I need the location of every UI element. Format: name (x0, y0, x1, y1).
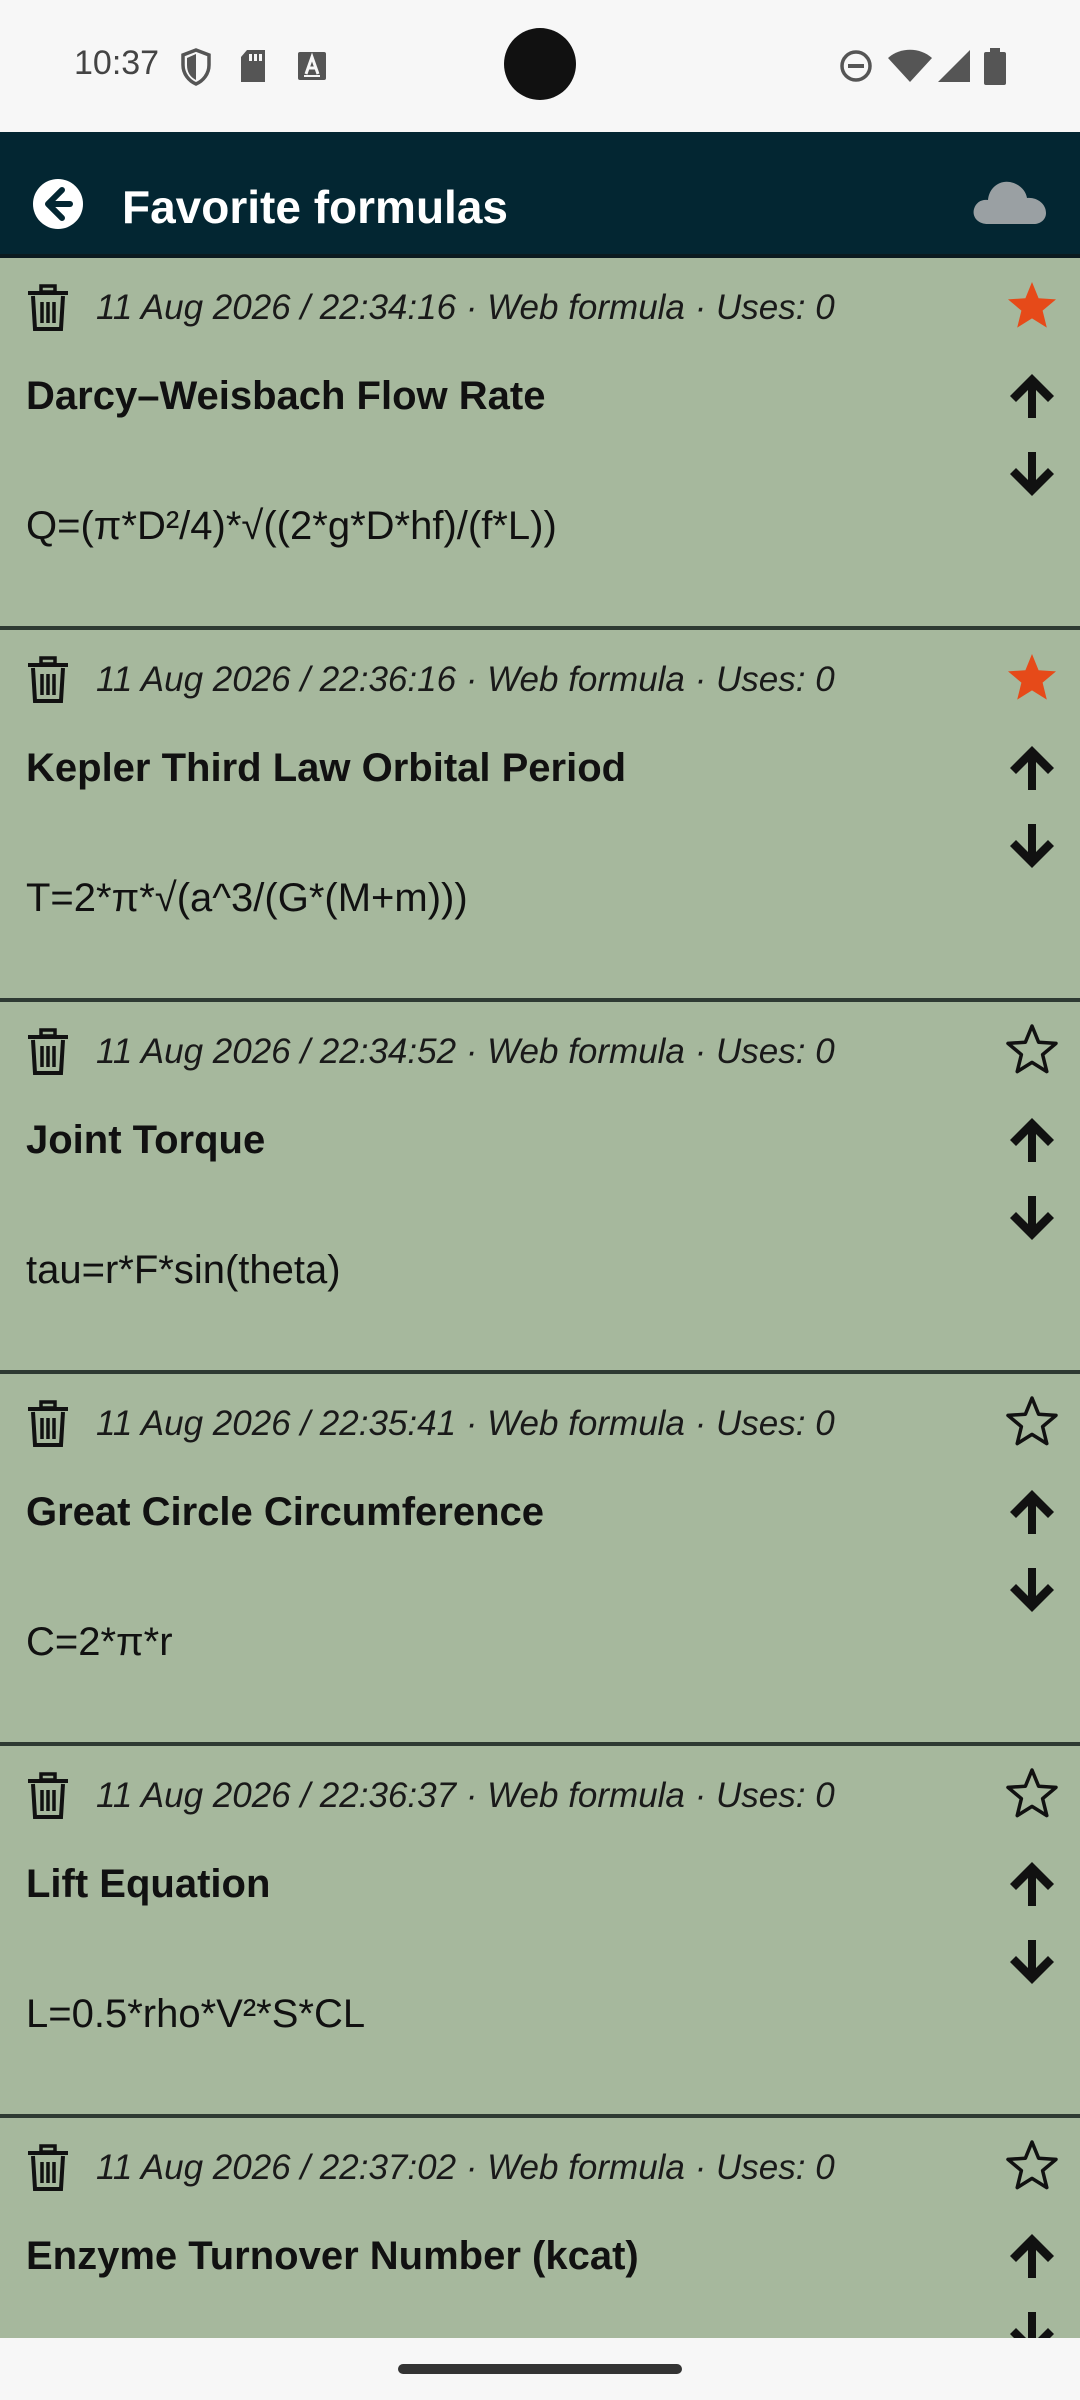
sd-card-icon (241, 50, 265, 82)
formula-title: Lift Equation (26, 1862, 271, 1906)
cell-signal-icon (938, 50, 970, 82)
arrow-down-icon[interactable] (1006, 2308, 1058, 2338)
do-not-disturb-icon (840, 50, 872, 82)
cloud-icon[interactable] (970, 174, 1050, 230)
formula-meta: 11 Aug 2026 / 22:35:41 · Web formula · U… (96, 1404, 835, 1443)
formula-title: Kepler Third Law Orbital Period (26, 746, 627, 790)
star-icon[interactable] (1004, 1022, 1060, 1078)
front-camera (504, 28, 576, 100)
arrow-down-icon[interactable] (1006, 448, 1058, 500)
status-bar: 10:37 (0, 0, 1080, 132)
formula-expression: Q=(π*D²/4)*√((2*g*D*hf)/(f*L)) (26, 504, 557, 548)
formula-title: Enzyme Turnover Number (kcat) (26, 2234, 639, 2278)
back-arrow-icon[interactable] (30, 176, 86, 232)
formula-expression: C=2*π*r (26, 1620, 173, 1664)
wifi-icon (888, 49, 932, 82)
arrow-down-icon[interactable] (1006, 1564, 1058, 1616)
arrow-down-icon[interactable] (1006, 820, 1058, 872)
shield-icon (181, 48, 211, 86)
home-gesture-bar[interactable] (398, 2364, 682, 2374)
a-box-icon (298, 52, 326, 80)
formula-meta: 11 Aug 2026 / 22:36:37 · Web formula · U… (96, 1776, 835, 1815)
formula-card[interactable]: 11 Aug 2026 / 22:36:16 · Web formula · U… (0, 630, 1080, 1002)
trash-icon[interactable] (26, 2144, 70, 2192)
arrow-up-icon[interactable] (1006, 1114, 1058, 1166)
arrow-up-icon[interactable] (1006, 1486, 1058, 1538)
formula-expression: T=2*π*√(a^3/(G*(M+m))) (26, 876, 468, 920)
trash-icon[interactable] (26, 656, 70, 704)
formula-card[interactable]: 11 Aug 2026 / 22:34:16 · Web formula · U… (0, 258, 1080, 630)
star-icon[interactable] (1004, 650, 1060, 706)
arrow-up-icon[interactable] (1006, 2230, 1058, 2282)
formula-expression: tau=r*F*sin(theta) (26, 1248, 341, 1292)
star-icon[interactable] (1004, 2138, 1060, 2194)
status-time: 10:37 (74, 44, 160, 82)
arrow-up-icon[interactable] (1006, 742, 1058, 794)
formula-meta: 11 Aug 2026 / 22:34:52 · Web formula · U… (96, 1032, 835, 1071)
page-title: Favorite formulas (122, 181, 508, 233)
star-icon[interactable] (1004, 1394, 1060, 1450)
formula-card[interactable]: 11 Aug 2026 / 22:34:52 · Web formula · U… (0, 1002, 1080, 1374)
trash-icon[interactable] (26, 284, 70, 332)
favorite-formulas-list[interactable]: 11 Aug 2026 / 22:34:16 · Web formula · U… (0, 258, 1080, 2338)
arrow-up-icon[interactable] (1006, 370, 1058, 422)
formula-card[interactable]: 11 Aug 2026 / 22:37:02 · Web formula · U… (0, 2118, 1080, 2338)
trash-icon[interactable] (26, 1772, 70, 1820)
formula-title: Darcy–Weisbach Flow Rate (26, 374, 546, 418)
formula-title: Great Circle Circumference (26, 1490, 545, 1534)
battery-icon (984, 48, 1006, 85)
formula-title: Joint Torque (26, 1118, 266, 1162)
arrow-down-icon[interactable] (1006, 1936, 1058, 1988)
arrow-down-icon[interactable] (1006, 1192, 1058, 1244)
trash-icon[interactable] (26, 1400, 70, 1448)
formula-expression: L=0.5*rho*V²*S*CL (26, 1992, 366, 2036)
formula-meta: 11 Aug 2026 / 22:34:16 · Web formula · U… (96, 288, 835, 327)
formula-meta: 11 Aug 2026 / 22:37:02 · Web formula · U… (96, 2148, 835, 2187)
trash-icon[interactable] (26, 1028, 70, 1076)
star-icon[interactable] (1004, 278, 1060, 334)
arrow-up-icon[interactable] (1006, 1858, 1058, 1910)
star-icon[interactable] (1004, 1766, 1060, 1822)
formula-meta: 11 Aug 2026 / 22:36:16 · Web formula · U… (96, 660, 835, 699)
formula-card[interactable]: 11 Aug 2026 / 22:35:41 · Web formula · U… (0, 1374, 1080, 1746)
formula-card[interactable]: 11 Aug 2026 / 22:36:37 · Web formula · U… (0, 1746, 1080, 2118)
